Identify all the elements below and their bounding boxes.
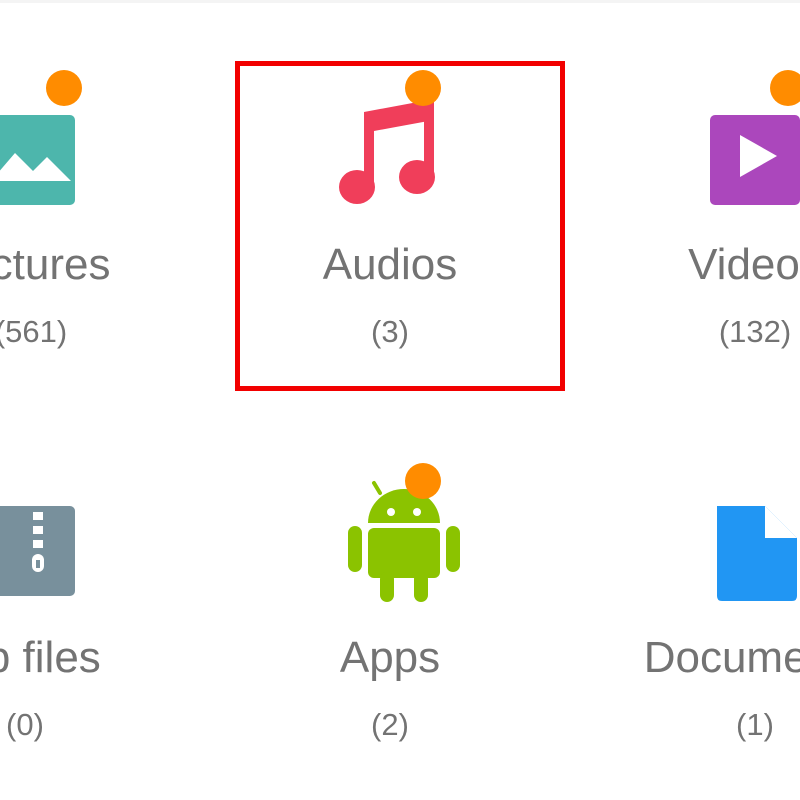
zip-archive-icon xyxy=(0,468,75,596)
file-category-grid: Pictures (561) Audios (3) Videos (132) xyxy=(0,0,800,800)
category-pictures[interactable]: Pictures (561) xyxy=(0,55,196,385)
document-icon xyxy=(705,468,800,601)
notification-badge xyxy=(405,463,441,499)
category-documents[interactable]: Documents (1) xyxy=(590,448,800,778)
category-videos[interactable]: Videos (132) xyxy=(590,55,800,385)
notification-badge xyxy=(770,70,800,106)
category-label: Zip files xyxy=(0,633,101,682)
category-count: (3) xyxy=(371,314,409,349)
top-divider xyxy=(0,0,800,3)
category-count: (0) xyxy=(6,707,44,742)
category-label: Documents xyxy=(643,633,800,682)
category-label: Pictures xyxy=(0,240,111,289)
category-count: (1) xyxy=(736,707,774,742)
category-audios[interactable]: Audios (3) xyxy=(225,55,555,385)
category-zip-files[interactable]: Zip files (0) xyxy=(0,448,190,778)
category-apps[interactable]: Apps (2) xyxy=(225,448,555,778)
category-label: Audios xyxy=(322,240,458,289)
notification-badge xyxy=(405,70,441,106)
notification-badge xyxy=(46,70,82,106)
category-label: Videos xyxy=(688,240,800,289)
category-count: (2) xyxy=(371,707,409,742)
category-count: (561) xyxy=(0,314,68,349)
category-label: Apps xyxy=(339,633,441,682)
category-count: (132) xyxy=(718,314,792,349)
